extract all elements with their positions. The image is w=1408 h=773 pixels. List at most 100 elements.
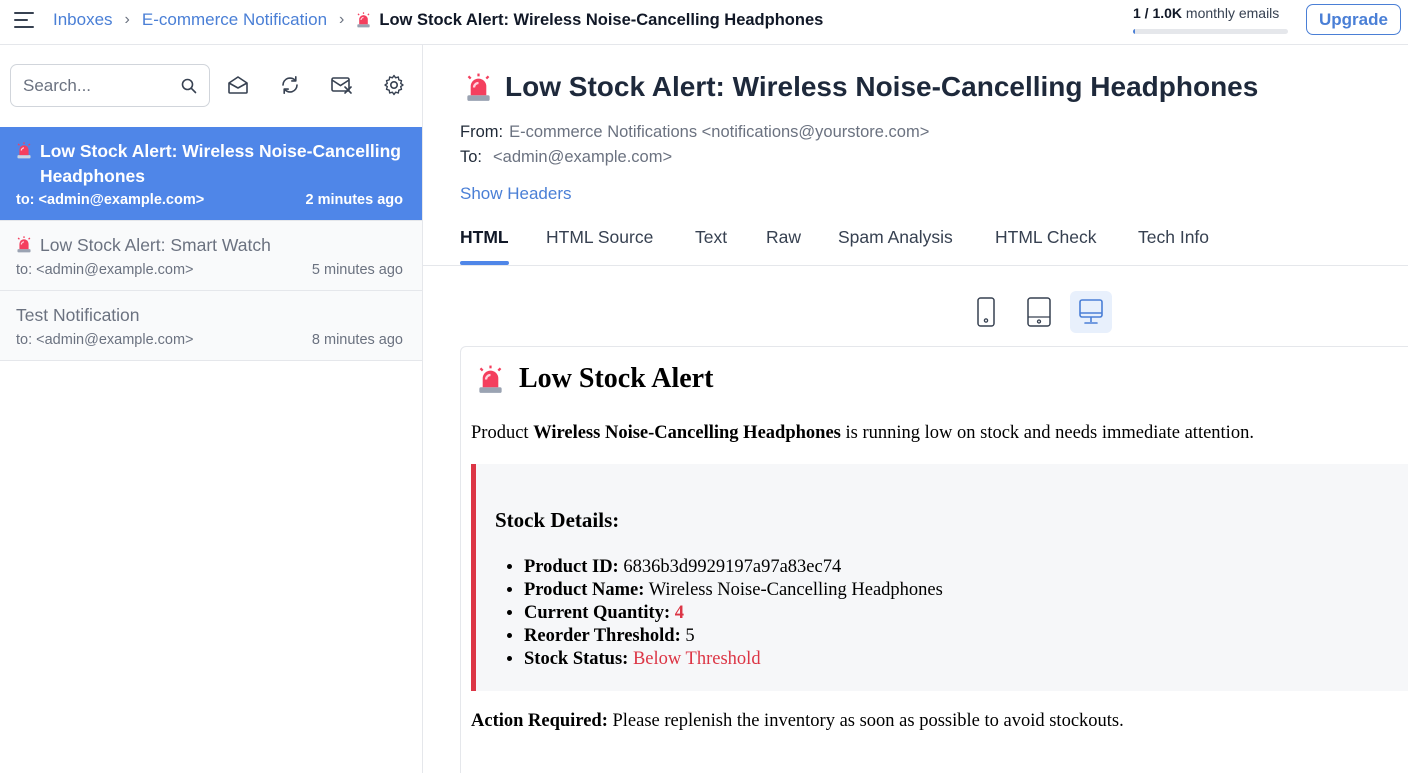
email-subject: Test Notification bbox=[16, 305, 140, 325]
sidebar: Low Stock Alert: Wireless Noise-Cancelli… bbox=[0, 45, 423, 773]
tab-label: HTML Source bbox=[546, 227, 654, 247]
detail-stock-status: Stock Status: Below Threshold bbox=[524, 648, 943, 671]
email-time: 5 minutes ago bbox=[311, 262, 403, 278]
detail-value: Wireless Noise-Cancelling Headphones bbox=[648, 580, 943, 600]
detail-label: Current Quantity: bbox=[524, 603, 671, 623]
to-row: To: <admin@example.com> bbox=[460, 148, 672, 167]
email-list-item[interactable]: Low Stock Alert: Smart Watch to: <admin@… bbox=[0, 221, 422, 291]
mail-open-icon[interactable] bbox=[226, 73, 250, 97]
detail-value: 6836b3d9929197a97a83ec74 bbox=[623, 557, 842, 577]
detail-label: Product ID: bbox=[524, 557, 619, 577]
show-headers-link[interactable]: Show Headers bbox=[460, 184, 572, 204]
stock-details-list: Product ID: 6836b3d9929197a97a83ec74 Pro… bbox=[524, 556, 943, 671]
usage-bar-fill bbox=[1133, 29, 1135, 34]
siren-icon bbox=[17, 236, 31, 253]
email-list-item[interactable]: Low Stock Alert: Wireless Noise-Cancelli… bbox=[0, 127, 422, 221]
email-recipient: to: <admin@example.com> bbox=[16, 262, 194, 278]
gear-icon[interactable] bbox=[382, 73, 406, 97]
tab-label: Tech Info bbox=[1138, 227, 1210, 247]
siren-icon bbox=[479, 365, 502, 393]
preview-heading-text: Low Stock Alert bbox=[519, 363, 714, 394]
preview-action: Action Required: Please replenish the in… bbox=[471, 711, 1124, 732]
tab-html-check[interactable]: HTML Check bbox=[995, 227, 1096, 265]
tab-text[interactable]: Text bbox=[695, 227, 727, 265]
to-value: <admin@example.com> bbox=[493, 148, 673, 166]
tab-html-source[interactable]: HTML Source bbox=[546, 227, 653, 265]
email-recipient: to: <admin@example.com> bbox=[16, 192, 205, 208]
email-html-preview: Low Stock Alert Product Wireless Noise-C… bbox=[460, 346, 1408, 773]
search-box[interactable] bbox=[10, 64, 210, 107]
from-value: E-commerce Notifications <notifications@… bbox=[509, 123, 930, 141]
detail-product-name: Product Name: Wireless Noise-Cancelling … bbox=[524, 579, 943, 602]
intro-suffix: is running low on stock and needs immedi… bbox=[840, 423, 1254, 443]
breadcrumb: Inboxes › E-commerce Notification › Low … bbox=[53, 9, 823, 31]
usage-count: 1 / 1.0K bbox=[1133, 5, 1183, 21]
from-row: From: E-commerce Notifications <notificat… bbox=[460, 123, 929, 142]
siren-icon bbox=[467, 73, 490, 101]
email-subject: Low Stock Alert: Smart Watch bbox=[40, 235, 271, 255]
tablet-icon bbox=[1027, 297, 1051, 327]
message-subject: Low Stock Alert: Wireless Noise-Cancelli… bbox=[505, 71, 1259, 102]
menu-icon[interactable] bbox=[14, 12, 36, 30]
siren-icon bbox=[17, 142, 31, 159]
mobile-icon bbox=[977, 297, 995, 327]
desktop-view-button[interactable] bbox=[1070, 291, 1112, 333]
detail-current-quantity: Current Quantity: 4 bbox=[524, 602, 943, 625]
detail-value: 4 bbox=[674, 603, 684, 623]
message-title: Low Stock Alert: Wireless Noise-Cancelli… bbox=[465, 71, 1258, 103]
current-subject: Low Stock Alert: Wireless Noise-Cancelli… bbox=[379, 10, 824, 29]
search-input[interactable] bbox=[23, 74, 173, 98]
breadcrumb-inboxes[interactable]: Inboxes bbox=[53, 10, 113, 30]
mobile-view-button[interactable] bbox=[965, 291, 1007, 333]
message-pane: Low Stock Alert: Wireless Noise-Cancelli… bbox=[423, 45, 1408, 773]
detail-product-id: Product ID: 6836b3d9929197a97a83ec74 bbox=[524, 556, 943, 579]
intro-prefix: Product bbox=[471, 423, 534, 443]
usage-label: monthly emails bbox=[1185, 5, 1280, 21]
tab-spam-analysis[interactable]: Spam Analysis bbox=[838, 227, 953, 265]
detail-label: Product Name: bbox=[524, 580, 645, 600]
tablet-view-button[interactable] bbox=[1018, 291, 1060, 333]
tab-tech-info[interactable]: Tech Info bbox=[1138, 227, 1209, 265]
detail-reorder-threshold: Reorder Threshold: 5 bbox=[524, 625, 943, 648]
tab-label: HTML Check bbox=[995, 227, 1097, 247]
breadcrumb-separator: › bbox=[339, 11, 345, 28]
tab-label: Raw bbox=[766, 227, 802, 247]
view-tabs: HTML HTML Source Text Raw Spam Analysis … bbox=[423, 215, 1408, 266]
tab-label: Text bbox=[695, 227, 728, 247]
top-bar: Inboxes › E-commerce Notification › Low … bbox=[0, 0, 1408, 45]
breadcrumb-inbox[interactable]: E-commerce Notification bbox=[142, 10, 327, 30]
sidebar-toolbar bbox=[0, 45, 422, 127]
upgrade-button[interactable]: Upgrade bbox=[1306, 4, 1401, 35]
email-time: 2 minutes ago bbox=[305, 192, 404, 208]
email-recipient: to: <admin@example.com> bbox=[16, 332, 194, 348]
breadcrumb-separator: › bbox=[124, 11, 130, 28]
from-label: From: bbox=[460, 123, 504, 141]
detail-label: Reorder Threshold: bbox=[524, 626, 681, 646]
preview-heading: Low Stock Alert bbox=[477, 363, 713, 395]
desktop-icon bbox=[1079, 299, 1103, 324]
email-list: Low Stock Alert: Wireless Noise-Cancelli… bbox=[0, 127, 422, 361]
tab-label: HTML bbox=[460, 227, 509, 247]
usage-meter: 1 / 1.0K monthly emails bbox=[1133, 5, 1288, 34]
clear-inbox-icon[interactable] bbox=[330, 73, 354, 97]
active-tab-indicator bbox=[460, 261, 509, 265]
search-icon[interactable] bbox=[181, 78, 197, 94]
stock-details-box: Stock Details: Product ID: 6836b3d992919… bbox=[471, 464, 1408, 691]
stock-details-title: Stock Details: bbox=[495, 508, 620, 532]
usage-bar bbox=[1133, 29, 1288, 34]
breadcrumb-current: Low Stock Alert: Wireless Noise-Cancelli… bbox=[356, 11, 823, 30]
tab-raw[interactable]: Raw bbox=[766, 227, 801, 265]
intro-product: Wireless Noise-Cancelling Headphones bbox=[533, 423, 841, 443]
tab-label: Spam Analysis bbox=[838, 227, 953, 247]
siren-icon bbox=[357, 12, 371, 28]
preview-intro: Product Wireless Noise-Cancelling Headph… bbox=[471, 423, 1254, 444]
refresh-icon[interactable] bbox=[278, 73, 302, 97]
detail-label: Stock Status: bbox=[524, 649, 629, 669]
action-label: Action Required: bbox=[471, 711, 608, 731]
tab-html[interactable]: HTML bbox=[460, 227, 509, 265]
email-subject: Low Stock Alert: Wireless Noise-Cancelli… bbox=[40, 141, 401, 186]
detail-value: 5 bbox=[685, 626, 695, 646]
email-time: 8 minutes ago bbox=[311, 332, 403, 348]
email-list-item[interactable]: Test Notification to: <admin@example.com… bbox=[0, 291, 422, 361]
action-text: Please replenish the inventory as soon a… bbox=[607, 711, 1124, 731]
